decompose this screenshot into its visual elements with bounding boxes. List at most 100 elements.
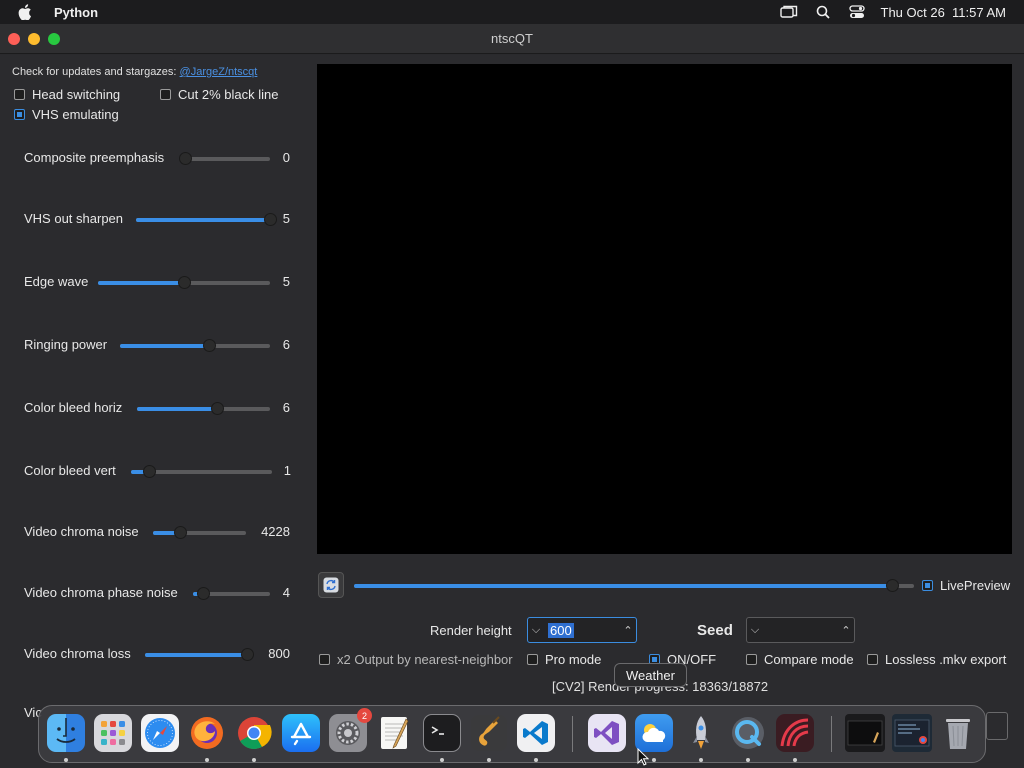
slider-handle[interactable] xyxy=(264,213,277,226)
parameter-slider[interactable] xyxy=(193,587,270,600)
slider-value: 5 xyxy=(282,211,290,226)
search-icon[interactable] xyxy=(813,4,833,20)
lossless-export-label: Lossless .mkv export xyxy=(885,652,1007,667)
parameter-slider[interactable] xyxy=(145,648,254,661)
slider-value: 1 xyxy=(283,463,291,478)
parameter-slider[interactable] xyxy=(98,276,270,289)
visual-studio-icon[interactable] xyxy=(588,714,626,752)
slider-label: Composite preemphasis xyxy=(24,150,165,165)
slider-handle[interactable] xyxy=(179,152,192,165)
python-rocket-icon[interactable] xyxy=(682,714,720,752)
app-name[interactable]: Python xyxy=(54,5,98,20)
render-height-label: Render height xyxy=(430,623,512,638)
davinci-icon[interactable] xyxy=(776,714,814,752)
mouse-cursor-icon xyxy=(637,748,649,766)
pro-mode-box[interactable] xyxy=(527,654,538,665)
render-height-spinbox[interactable]: ⌵ 600 ⌃ xyxy=(527,617,637,643)
zoom-button[interactable] xyxy=(48,33,60,45)
slider-label: Color bleed vert xyxy=(24,463,116,478)
timeline-handle[interactable] xyxy=(885,579,899,592)
recent-window-1-icon[interactable] xyxy=(845,714,885,752)
parameter-slider[interactable] xyxy=(179,152,270,165)
running-indicator xyxy=(699,758,703,762)
textedit-icon[interactable] xyxy=(376,714,414,752)
recent-window-2-icon[interactable] xyxy=(892,714,932,752)
slider-value: 6 xyxy=(282,337,290,352)
slider-handle[interactable] xyxy=(241,648,254,661)
app-store-icon[interactable] xyxy=(282,714,320,752)
compare-mode-box[interactable] xyxy=(746,654,757,665)
cut-black-line-box[interactable] xyxy=(160,89,171,100)
cut-black-line-checkbox[interactable]: Cut 2% black line xyxy=(160,87,278,102)
terminal-icon[interactable] xyxy=(423,714,461,752)
chevron-up-icon[interactable]: ⌃ xyxy=(838,624,854,637)
vhs-emulating-checkbox[interactable]: VHS emulating xyxy=(14,107,119,122)
render-height-value[interactable]: 600 xyxy=(544,622,620,638)
pro-mode-label: Pro mode xyxy=(545,652,602,667)
live-preview-checkbox[interactable]: LivePreview xyxy=(922,578,1010,593)
refresh-button[interactable] xyxy=(318,572,344,598)
slider-handle[interactable] xyxy=(202,339,216,352)
notification-badge: 2 xyxy=(357,708,372,723)
close-button[interactable] xyxy=(8,33,20,45)
window-icon[interactable] xyxy=(779,4,799,20)
slider-handle[interactable] xyxy=(210,402,224,415)
lossless-export-checkbox[interactable]: Lossless .mkv export xyxy=(867,652,1006,667)
menubar-clock[interactable]: Thu Oct 26 11:57 AM xyxy=(881,5,1007,20)
partial-button[interactable] xyxy=(986,712,1008,740)
lossless-export-box[interactable] xyxy=(867,654,878,665)
minimize-button[interactable] xyxy=(28,33,40,45)
apple-icon[interactable] xyxy=(18,4,36,20)
finder-icon[interactable] xyxy=(47,714,85,752)
slider-fill xyxy=(98,281,184,285)
timeline-slider[interactable] xyxy=(354,579,914,592)
parameter-slider[interactable] xyxy=(131,465,272,478)
head-switching-checkbox[interactable]: Head switching xyxy=(14,87,120,102)
chevron-up-icon[interactable]: ⌃ xyxy=(620,624,636,637)
safari-icon[interactable] xyxy=(141,714,179,752)
slider-value: 4 xyxy=(282,585,290,600)
chevron-down-icon[interactable]: ⌵ xyxy=(747,624,763,637)
firefox-icon[interactable] xyxy=(188,714,226,752)
parameter-slider[interactable] xyxy=(137,402,270,415)
seed-spinbox[interactable]: ⌵ ⌃ xyxy=(746,617,855,643)
github-link[interactable]: @JargeZ/ntscqt xyxy=(180,66,258,78)
control-center-icon[interactable] xyxy=(847,4,867,20)
system-settings-icon[interactable]: 2 xyxy=(329,708,372,752)
slider-handle[interactable] xyxy=(173,526,187,539)
parameter-slider[interactable] xyxy=(136,213,277,226)
pro-mode-checkbox[interactable]: Pro mode xyxy=(527,652,601,667)
slider-value: 800 xyxy=(268,646,290,661)
slider-label: Video chroma noise xyxy=(24,524,139,539)
slider-handle[interactable] xyxy=(197,587,210,600)
vscode-icon[interactable] xyxy=(517,714,555,752)
parameter-slider[interactable] xyxy=(120,339,270,352)
running-indicator xyxy=(64,758,68,762)
compare-mode-checkbox[interactable]: Compare mode xyxy=(746,652,854,667)
main-window: Check for updates and stargazes: @JargeZ… xyxy=(0,55,1024,768)
chevron-down-icon[interactable]: ⌵ xyxy=(528,624,544,637)
seed-label: Seed xyxy=(697,622,733,639)
weather-icon[interactable] xyxy=(635,714,673,752)
slider-handle[interactable] xyxy=(143,465,157,478)
running-indicator xyxy=(652,758,656,762)
x2-output-box[interactable] xyxy=(319,654,330,665)
render-height-value-text[interactable]: 600 xyxy=(548,622,574,638)
vhs-emulating-box[interactable] xyxy=(14,109,25,120)
x2-output-checkbox[interactable]: x2 Output by nearest-neighbor xyxy=(319,652,513,667)
cut-black-line-label: Cut 2% black line xyxy=(178,87,279,102)
slider-value: 5 xyxy=(282,274,290,289)
slider-label: Color bleed horiz xyxy=(24,400,123,415)
trash-icon[interactable] xyxy=(939,714,977,752)
slider-handle[interactable] xyxy=(178,276,191,289)
head-switching-box[interactable] xyxy=(14,89,25,100)
garageband-icon[interactable] xyxy=(470,714,508,752)
update-line: Check for updates and stargazes: @JargeZ… xyxy=(12,66,257,78)
launchpad-icon[interactable] xyxy=(94,714,132,752)
chrome-icon[interactable] xyxy=(235,714,273,752)
live-preview-box[interactable] xyxy=(922,580,933,591)
parameter-slider[interactable] xyxy=(153,526,246,539)
running-indicator xyxy=(205,758,209,762)
running-indicator xyxy=(487,758,491,762)
quicktime-icon[interactable] xyxy=(729,714,767,752)
